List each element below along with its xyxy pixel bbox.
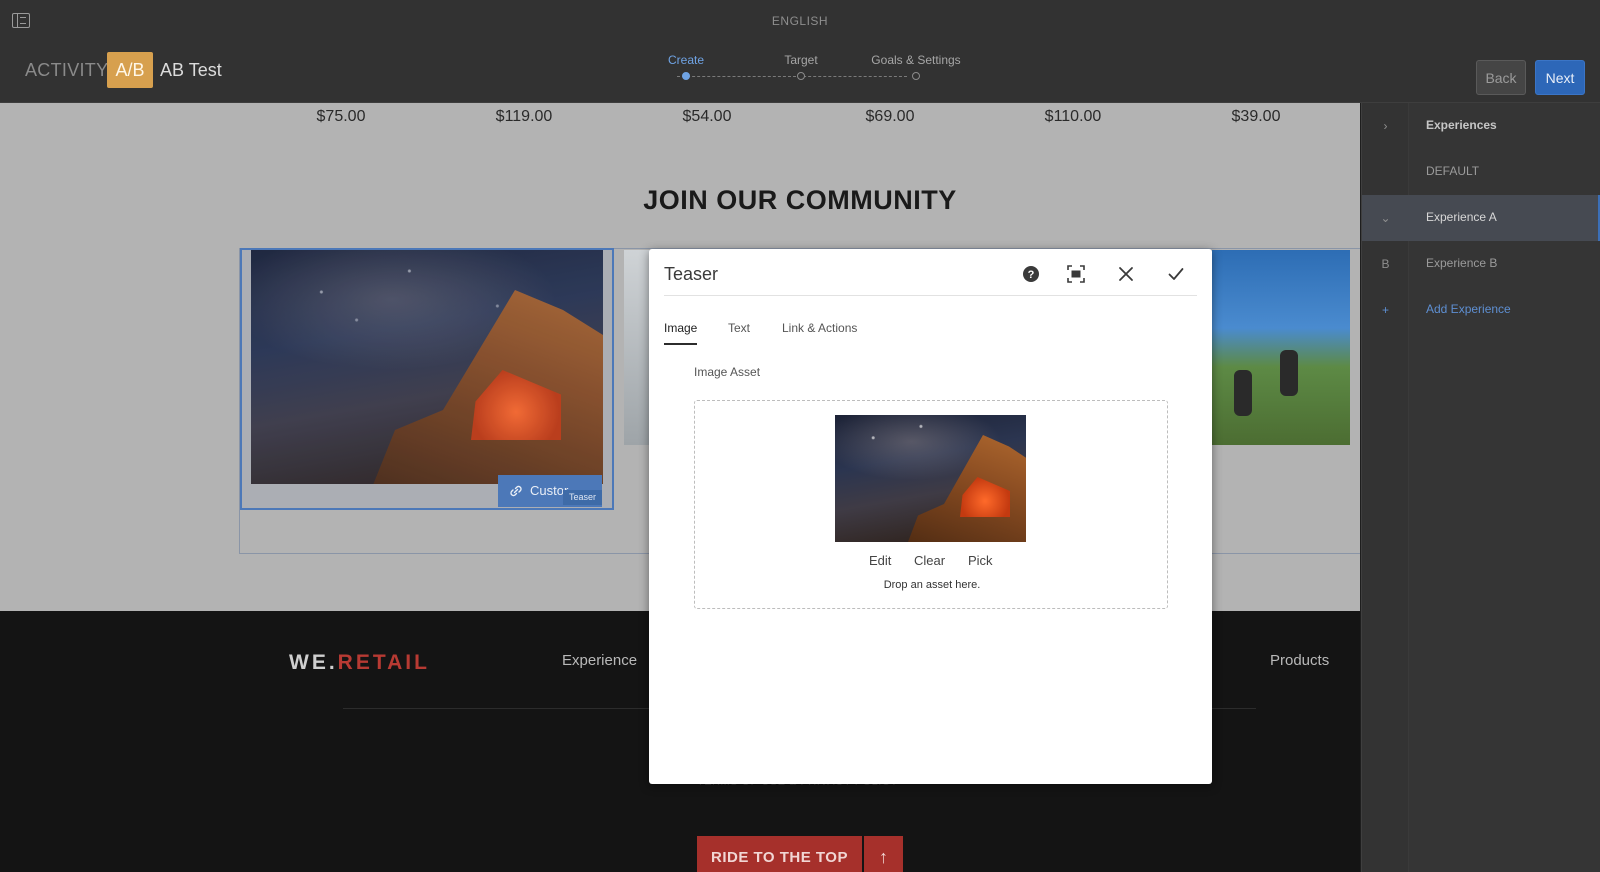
close-icon[interactable] <box>1115 263 1137 285</box>
experience-marker: B <box>1381 257 1390 271</box>
clear-asset-button[interactable]: Clear <box>914 553 945 568</box>
add-experience-label: Add Experience <box>1426 302 1511 316</box>
edit-asset-button[interactable]: Edit <box>869 553 891 568</box>
footer-link-experience[interactable]: Experience <box>562 652 637 669</box>
experience-marker <box>1362 149 1409 195</box>
bikers-teaser-image[interactable] <box>1212 250 1350 445</box>
svg-text:?: ? <box>1028 269 1035 281</box>
experiences-panel: › Experiences DEFAULT ⌄ Experience A B E… <box>1361 103 1600 872</box>
activity-type-badge: A/B <box>107 52 153 88</box>
price-label: $54.00 <box>682 108 732 125</box>
selected-teaser-component[interactable] <box>240 248 614 510</box>
rider <box>1280 350 1298 396</box>
teaser-dialog: Teaser ? Image Text Link & Actions Image… <box>649 249 1212 784</box>
footer-link-products[interactable]: Products <box>1270 652 1329 669</box>
experience-label: Experience B <box>1426 256 1498 270</box>
check-icon[interactable] <box>1165 263 1187 285</box>
experience-default[interactable]: DEFAULT <box>1362 149 1600 195</box>
ride-to-top-button[interactable]: RIDE TO THE TOP <box>697 836 862 872</box>
back-button[interactable]: Back <box>1476 60 1526 95</box>
chevron-right-icon[interactable]: › <box>1362 103 1409 149</box>
chevron-down-icon[interactable]: ⌄ <box>1362 195 1409 241</box>
pick-asset-button[interactable]: Pick <box>968 553 993 568</box>
step-goals-settings[interactable]: Goals & Settings <box>871 53 960 67</box>
price-label: $119.00 <box>495 108 553 125</box>
image-asset-thumbnail <box>835 415 1026 542</box>
add-experience-button[interactable]: + Add Experience <box>1362 287 1600 333</box>
experience-label: Experience A <box>1426 210 1497 224</box>
dialog-title: Teaser <box>664 264 719 284</box>
tab-image[interactable]: Image <box>664 321 698 345</box>
experiences-header[interactable]: › Experiences <box>1362 103 1600 149</box>
price-label: $110.00 <box>1044 108 1102 125</box>
dialog-header-divider <box>664 295 1197 296</box>
help-icon[interactable]: ? <box>1020 263 1042 285</box>
activity-header: ENGLISH ACTIVITY: A/B AB Test Create Tar… <box>0 0 1600 103</box>
plus-icon: + <box>1381 303 1389 317</box>
tab-link-actions[interactable]: Link & Actions <box>782 321 857 343</box>
we-retail-logo[interactable]: WE.RETAIL <box>289 651 430 675</box>
next-button[interactable]: Next <box>1535 60 1585 95</box>
step-target[interactable]: Target <box>784 53 817 67</box>
step-dot-goals <box>912 72 920 80</box>
image-drop-zone[interactable]: Edit Clear Pick Drop an asset here. <box>694 400 1168 609</box>
experience-label: DEFAULT <box>1426 164 1480 178</box>
stepper-line <box>677 76 907 77</box>
component-type-badge: Teaser <box>563 490 602 505</box>
price-label: $69.00 <box>865 108 915 125</box>
experience-a[interactable]: ⌄ Experience A <box>1362 195 1600 241</box>
activity-name[interactable]: AB Test <box>160 60 222 81</box>
fullscreen-icon[interactable] <box>1065 263 1087 285</box>
price-label: $75.00 <box>316 108 366 125</box>
step-dot-create <box>682 72 690 80</box>
workflow-stepper: Create Target Goals & Settings <box>668 53 961 83</box>
image-asset-label: Image Asset <box>694 365 761 379</box>
logo-retail: RETAIL <box>337 651 430 674</box>
rider <box>1234 370 1252 416</box>
step-dot-target <box>797 72 805 80</box>
arrow-up-icon[interactable]: ↑ <box>864 836 903 872</box>
price-row: $75.00 $119.00 $54.00 $69.00 $110.00 $39… <box>0 108 1360 138</box>
price-label: $39.00 <box>1231 108 1281 125</box>
logo-we: WE. <box>289 651 338 674</box>
experience-b[interactable]: B Experience B <box>1362 241 1600 287</box>
experiences-header-label: Experiences <box>1426 118 1497 132</box>
tab-text[interactable]: Text <box>728 321 750 343</box>
activity-label: ACTIVITY: <box>25 60 113 80</box>
section-title: JOIN OUR COMMUNITY <box>643 185 957 215</box>
language-label: ENGLISH <box>771 14 829 28</box>
step-create[interactable]: Create <box>668 53 704 67</box>
drop-hint: Drop an asset here. <box>883 579 981 591</box>
link-icon <box>510 485 522 497</box>
